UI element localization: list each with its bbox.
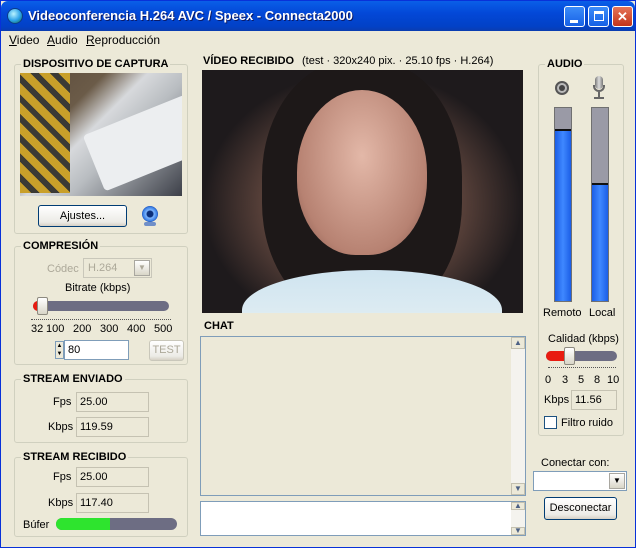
audio-quality-slider[interactable]: [544, 347, 618, 365]
menu-reproduccion[interactable]: Reproducción: [86, 33, 160, 47]
local-level-fill: [592, 185, 608, 301]
compression-title: COMPRESIÓN: [21, 240, 101, 252]
remote-level-peak: [555, 129, 571, 132]
remote-label: Remoto: [543, 307, 582, 319]
minimize-icon: [570, 20, 578, 23]
menu-video[interactable]: Video: [9, 33, 39, 47]
tick-400: 400: [127, 323, 146, 335]
maximize-icon: [594, 11, 604, 21]
app-window: Videoconferencia H.264 AVC / Speex - Con…: [0, 0, 636, 548]
local-level-meter: [591, 107, 609, 302]
minimize-button[interactable]: [564, 6, 585, 27]
bitrate-slider[interactable]: [25, 297, 175, 315]
noise-filter-checkbox[interactable]: [544, 416, 557, 429]
received-kbps-value: 117.40: [76, 493, 149, 513]
quality-tick-3: 3: [562, 374, 569, 386]
bitrate-label: Bitrate (kbps): [65, 282, 131, 294]
settings-button[interactable]: Ajustes...: [38, 205, 127, 227]
received-fps-label: Fps: [53, 471, 72, 483]
quality-tick-10: 10: [607, 374, 620, 386]
chevron-down-icon: ▼: [134, 260, 150, 276]
remote-level-meter: [554, 107, 572, 302]
video-received-title: VÍDEO RECIBIDO: [203, 55, 295, 67]
input-scroll-up-icon[interactable]: ▲: [511, 502, 525, 510]
chat-scrollbar[interactable]: ▲ ▼: [511, 337, 525, 495]
stream-sent-title: STREAM ENVIADO: [21, 373, 125, 385]
bitrate-thumb[interactable]: [36, 297, 48, 315]
connect-chevron-down-icon: ▼: [609, 473, 625, 489]
quality-tick-0: 0: [545, 374, 552, 386]
sent-fps-value: 25.00: [76, 392, 149, 412]
maximize-button[interactable]: [588, 6, 609, 27]
local-label: Local: [589, 307, 616, 319]
tick-200: 200: [73, 323, 92, 335]
bitrate-ticks-line: [31, 319, 171, 322]
quality-tick-5: 5: [578, 374, 585, 386]
local-camera-preview: [20, 73, 182, 196]
close-icon: ✕: [617, 9, 628, 24]
codec-select[interactable]: H.264 ▼: [83, 258, 152, 278]
codec-label: Códec: [47, 263, 79, 275]
audio-kbps-label: Kbps: [544, 394, 570, 406]
webcam-icon[interactable]: [140, 205, 160, 227]
remote-video: [202, 70, 523, 313]
connect-with-select[interactable]: ▼: [533, 471, 627, 491]
remote-level-fill: [555, 131, 571, 301]
test-button-label: TEST: [152, 344, 181, 356]
connect-with-label: Conectar con:: [541, 457, 610, 469]
tick-500: 500: [154, 323, 173, 335]
received-kbps-label: Kbps: [48, 497, 74, 509]
window-title: Videoconferencia H.264 AVC / Speex - Con…: [28, 8, 353, 23]
capture-device-title: DISPOSITIVO DE CAPTURA: [21, 58, 171, 70]
settings-button-label: Ajustes...: [59, 210, 106, 222]
app-icon: [7, 8, 23, 24]
codec-value: H.264: [88, 262, 118, 274]
video-info: (test · 320x240 pix. · 25.10 fps · H.264…: [302, 55, 494, 67]
chat-input-scrollbar[interactable]: ▲ ▼: [511, 502, 525, 535]
preview-shirt: [20, 73, 70, 193]
bitrate-track: [33, 301, 169, 311]
local-level-peak: [592, 183, 608, 186]
sent-kbps-value: 119.59: [76, 417, 149, 437]
microphone-icon: [591, 75, 607, 101]
disconnect-button[interactable]: Desconectar: [544, 497, 617, 520]
bitrate-input[interactable]: 80: [64, 340, 129, 360]
quality-ticks-line: [548, 367, 616, 370]
noise-filter-label: Filtro ruido: [561, 417, 613, 429]
bitrate-spinner[interactable]: ▲ ▼: [55, 341, 64, 359]
buffer-progress: [56, 518, 177, 530]
menu-audio[interactable]: Audio: [47, 33, 78, 47]
close-button[interactable]: ✕: [612, 6, 633, 27]
sent-fps-label: Fps: [53, 396, 72, 408]
quality-track: [546, 351, 617, 361]
preview-keyboard: [82, 94, 182, 192]
buffer-label: Búfer: [23, 519, 50, 531]
scroll-up-icon[interactable]: ▲: [511, 337, 525, 349]
quality-tick-8: 8: [594, 374, 601, 386]
buffer-fill: [56, 518, 111, 530]
audio-kbps-value: 11.56: [571, 390, 617, 410]
speaker-icon: [552, 77, 572, 99]
chat-history[interactable]: ▲ ▼: [200, 336, 526, 496]
received-fps-value: 25.00: [76, 467, 149, 487]
sent-kbps-label: Kbps: [48, 421, 74, 433]
chat-title: CHAT: [204, 320, 234, 332]
quality-thumb[interactable]: [564, 347, 575, 365]
quality-label: Calidad (kbps): [548, 333, 619, 345]
chat-input[interactable]: ▲ ▼: [200, 501, 526, 536]
video-face: [297, 90, 427, 255]
tick-300: 300: [100, 323, 119, 335]
stream-received-title: STREAM RECIBIDO: [21, 451, 129, 463]
test-button[interactable]: TEST: [149, 340, 184, 361]
input-scroll-down-icon[interactable]: ▼: [511, 527, 525, 535]
tick-100: 100: [46, 323, 65, 335]
menu-bar: Video Audio Reproducción: [2, 31, 634, 49]
title-bar: Videoconferencia H.264 AVC / Speex - Con…: [1, 1, 635, 31]
audio-title: AUDIO: [545, 58, 585, 70]
disconnect-button-label: Desconectar: [549, 502, 612, 514]
tick-32: 32: [31, 323, 44, 335]
scroll-down-icon[interactable]: ▼: [511, 483, 525, 495]
